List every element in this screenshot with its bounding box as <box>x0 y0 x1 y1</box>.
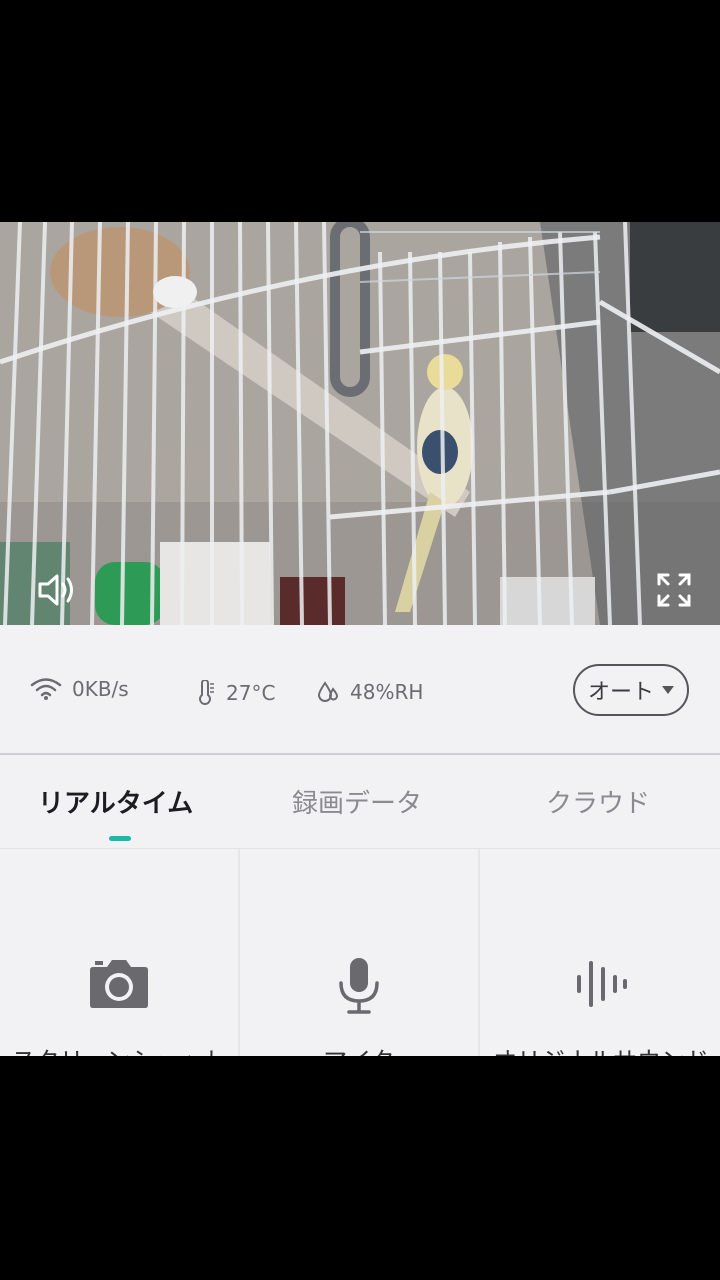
live-video-feed[interactable] <box>0 222 720 625</box>
sound-toggle-button[interactable] <box>33 566 81 614</box>
original-sound-button[interactable]: オリジナルサウンド <box>482 849 720 1056</box>
camera-icon <box>90 960 148 1008</box>
bitrate-indicator: 0KB/s <box>30 677 129 701</box>
screenshot-button[interactable]: スクリーンショット <box>0 849 240 1056</box>
temperature-value: 27°C <box>226 681 276 705</box>
microphone-button[interactable]: マイク <box>240 849 480 1056</box>
quality-selector[interactable]: オート <box>573 664 689 716</box>
bitrate-value: 0KB/s <box>72 677 129 701</box>
speaker-icon <box>38 574 73 606</box>
sound-wave-icon <box>577 961 627 1007</box>
fullscreen-button[interactable] <box>650 566 698 614</box>
microphone-icon <box>339 958 379 1014</box>
top-letterbox <box>0 0 720 222</box>
humidity-indicator: 48%RH <box>316 680 423 704</box>
microphone-label: マイク <box>240 1041 478 1056</box>
thermometer-icon <box>199 680 214 705</box>
function-grid: スクリーンショット マイク オリジナルサウンド <box>0 849 720 1056</box>
original-sound-label: オリジナルサウンド <box>482 1041 720 1056</box>
active-tab-indicator <box>109 836 131 841</box>
bottom-letterbox <box>0 1056 720 1280</box>
screenshot-label: スクリーンショット <box>0 1041 238 1056</box>
humidity-icon <box>317 681 339 702</box>
tab-realtime[interactable]: リアルタイム <box>38 783 193 820</box>
wifi-icon <box>30 678 62 700</box>
status-bar: 0KB/s 27°C 48%RH オート <box>0 625 720 755</box>
view-tabs: リアルタイム 録画データ クラウド <box>0 755 720 849</box>
tab-cloud[interactable]: クラウド <box>546 783 650 820</box>
fullscreen-icon <box>657 573 691 607</box>
temperature-indicator: 27°C <box>196 680 275 706</box>
dropdown-caret-icon <box>662 686 674 694</box>
quality-label: オート <box>587 680 654 705</box>
bird-cage-scene <box>0 222 720 625</box>
tab-recordings[interactable]: 録画データ <box>292 783 422 820</box>
humidity-value: 48%RH <box>350 680 424 704</box>
